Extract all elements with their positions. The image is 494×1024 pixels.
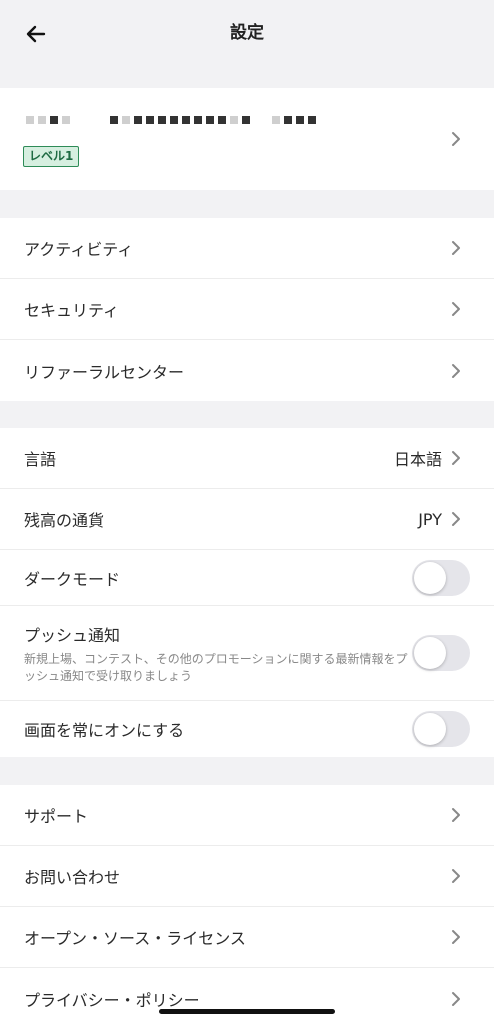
push-notifications-toggle[interactable]	[412, 635, 470, 671]
row-label: お問い合わせ	[24, 868, 121, 887]
redaction-block	[26, 116, 34, 124]
back-button[interactable]	[22, 20, 50, 48]
redaction-block	[122, 116, 130, 124]
redaction-block	[296, 116, 304, 124]
settings-row-contact[interactable]: お問い合わせ	[0, 846, 494, 907]
row-label: セキュリティ	[24, 301, 120, 320]
redaction-block	[194, 116, 202, 124]
settings-row-dark-mode: ダークモード	[0, 550, 494, 606]
settings-row-referral[interactable]: リファーラルセンター	[0, 340, 494, 401]
settings-row-activity[interactable]: アクティビティ	[0, 218, 494, 279]
settings-row-screen-on: 画面を常にオンにする	[0, 701, 494, 757]
redaction-block	[146, 116, 154, 124]
settings-row-support[interactable]: サポート	[0, 785, 494, 846]
redaction-block	[170, 116, 178, 124]
redaction-block	[242, 116, 250, 124]
masked-account-id	[26, 116, 316, 124]
level-badge: レベル1	[23, 146, 80, 167]
chevron-right-icon	[452, 930, 460, 944]
row-label: ダークモード	[24, 569, 121, 589]
currency-value: JPY	[418, 509, 442, 529]
redaction-block	[182, 116, 190, 124]
settings-group-account: アクティビティ セキュリティ リファーラルセンター	[0, 218, 494, 401]
row-label: 残高の通貨	[24, 511, 105, 530]
row-label: アクティビティ	[24, 240, 134, 259]
chevron-right-icon	[452, 512, 460, 526]
row-label: 言語	[24, 450, 57, 469]
page-title: 設定	[230, 22, 264, 43]
redaction-gap	[254, 116, 268, 124]
row-label: オープン・ソース・ライセンス	[24, 929, 246, 948]
toggle-knob	[414, 637, 446, 669]
header-bar: 設定	[0, 0, 494, 60]
settings-row-currency[interactable]: 残高の通貨 JPY	[0, 489, 494, 550]
chevron-right-icon	[452, 808, 460, 822]
profile-card[interactable]	[0, 88, 494, 190]
redaction-gap	[74, 116, 88, 124]
redaction-block	[218, 116, 226, 124]
toggle-knob	[414, 561, 446, 594]
redaction-block	[38, 116, 46, 124]
row-label: 画面を常にオンにする	[24, 721, 185, 740]
row-label: プッシュ通知	[24, 625, 121, 645]
redaction-block	[206, 116, 214, 124]
settings-group-info: サポート お問い合わせ オープン・ソース・ライセンス プライバシー・ポリシー	[0, 785, 494, 1024]
chevron-right-icon	[452, 302, 460, 316]
redaction-block	[62, 116, 70, 124]
redaction-block	[50, 116, 58, 124]
redaction-block	[308, 116, 316, 124]
redaction-block	[272, 116, 280, 124]
settings-row-language[interactable]: 言語 日本語	[0, 428, 494, 489]
redaction-block	[284, 116, 292, 124]
push-description: 新規上場、コンテスト、その他のプロモーションに関する最新情報をプッシュ通知で受け…	[24, 651, 408, 683]
settings-row-privacy-policy[interactable]: プライバシー・ポリシー	[0, 968, 494, 1024]
row-label: プライバシー・ポリシー	[24, 990, 200, 1010]
row-label: サポート	[24, 807, 89, 826]
toggle-knob	[414, 713, 446, 745]
home-indicator[interactable]	[159, 1009, 335, 1014]
chevron-right-icon	[452, 363, 460, 378]
redaction-block	[230, 116, 238, 124]
chevron-right-icon	[452, 132, 460, 146]
redaction-block	[158, 116, 166, 124]
settings-row-security[interactable]: セキュリティ	[0, 279, 494, 340]
chevron-right-icon	[452, 451, 460, 465]
redaction-block	[110, 116, 118, 124]
redaction-block	[134, 116, 142, 124]
screen-on-toggle[interactable]	[412, 711, 470, 747]
settings-row-open-source-licenses[interactable]: オープン・ソース・ライセンス	[0, 907, 494, 968]
row-label: リファーラルセンター	[24, 362, 185, 382]
redaction-gap	[92, 116, 106, 124]
chevron-right-icon	[452, 991, 460, 1006]
chevron-right-icon	[452, 869, 460, 883]
language-value: 日本語	[393, 450, 442, 469]
settings-group-preferences: 言語 日本語 残高の通貨 JPY ダークモード プッシュ通知 新規上場、コンテス…	[0, 428, 494, 757]
chevron-right-icon	[452, 241, 460, 255]
dark-mode-toggle[interactable]	[412, 559, 470, 596]
arrow-left-icon	[26, 25, 46, 43]
settings-row-push-notifications: プッシュ通知 新規上場、コンテスト、その他のプロモーションに関する最新情報をプッ…	[0, 606, 494, 701]
